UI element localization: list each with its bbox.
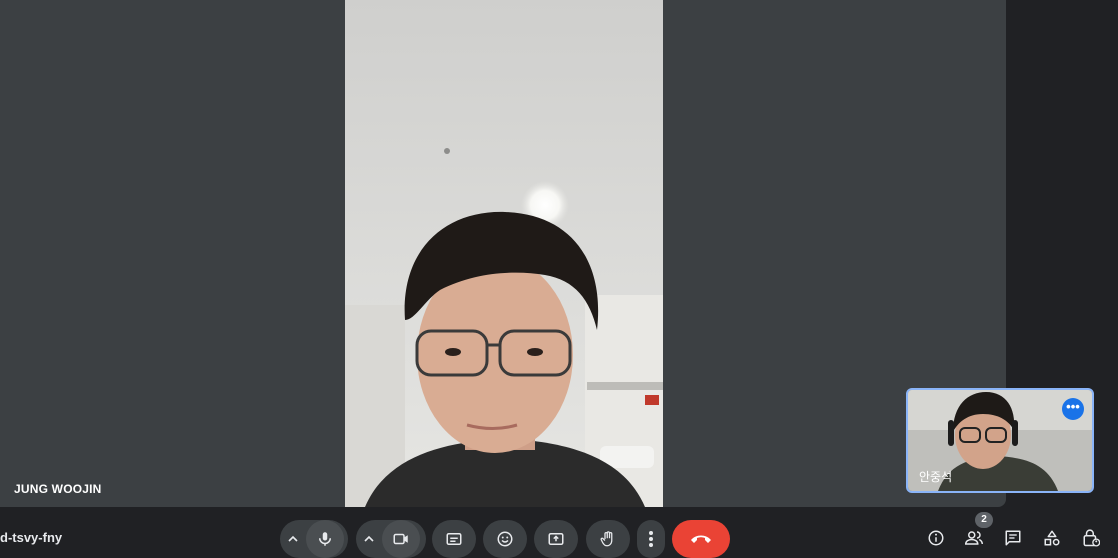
camera-control-group (356, 520, 426, 558)
chat-icon (1005, 530, 1021, 546)
camera-button[interactable] (382, 520, 420, 558)
present-screen-icon (548, 533, 564, 545)
lock-person-icon (1083, 529, 1100, 547)
microphone-icon (319, 532, 331, 546)
microphone-button[interactable] (306, 520, 344, 558)
main-participant-name: JUNG WOOJIN (14, 482, 102, 496)
camera-options-button[interactable] (356, 520, 382, 558)
present-button[interactable] (534, 520, 578, 558)
camera-icon (393, 533, 408, 545)
leave-call-button[interactable] (672, 520, 730, 558)
activities-button[interactable] (1040, 526, 1064, 550)
closed-captions-icon (446, 533, 462, 545)
meeting-details-button[interactable] (924, 526, 948, 550)
mic-options-button[interactable] (280, 520, 306, 558)
self-view-tile[interactable]: ••• 안중석 (906, 388, 1094, 493)
info-icon (928, 530, 944, 546)
microphone-control-group (280, 520, 348, 558)
chevron-up-icon (288, 535, 298, 542)
reactions-button[interactable] (483, 520, 527, 558)
chevron-up-icon (364, 535, 374, 542)
host-controls-button[interactable] (1079, 526, 1103, 550)
people-icon (964, 531, 983, 545)
meet-call-screen: JUNG WOOJIN ••• 안중석 d-tsvy-fny 2 (0, 0, 1118, 558)
more-options-button[interactable] (637, 520, 665, 558)
main-participant-tile: JUNG WOOJIN (0, 0, 1006, 507)
raise-hand-button[interactable] (586, 520, 630, 558)
self-view-more-options-button[interactable]: ••• (1062, 398, 1084, 420)
participant-count-badge: 2 (975, 512, 993, 528)
chat-button[interactable] (1001, 526, 1025, 550)
meeting-code: d-tsvy-fny (0, 530, 63, 545)
participant-video (345, 0, 663, 507)
end-call-icon (691, 535, 711, 543)
hand-icon (600, 531, 613, 547)
captions-button[interactable] (432, 520, 476, 558)
emoji-icon (497, 531, 513, 547)
activities-icon (1044, 530, 1060, 546)
self-view-name: 안중석 (919, 470, 953, 484)
people-button[interactable] (962, 526, 986, 550)
more-vert-icon (649, 531, 653, 547)
